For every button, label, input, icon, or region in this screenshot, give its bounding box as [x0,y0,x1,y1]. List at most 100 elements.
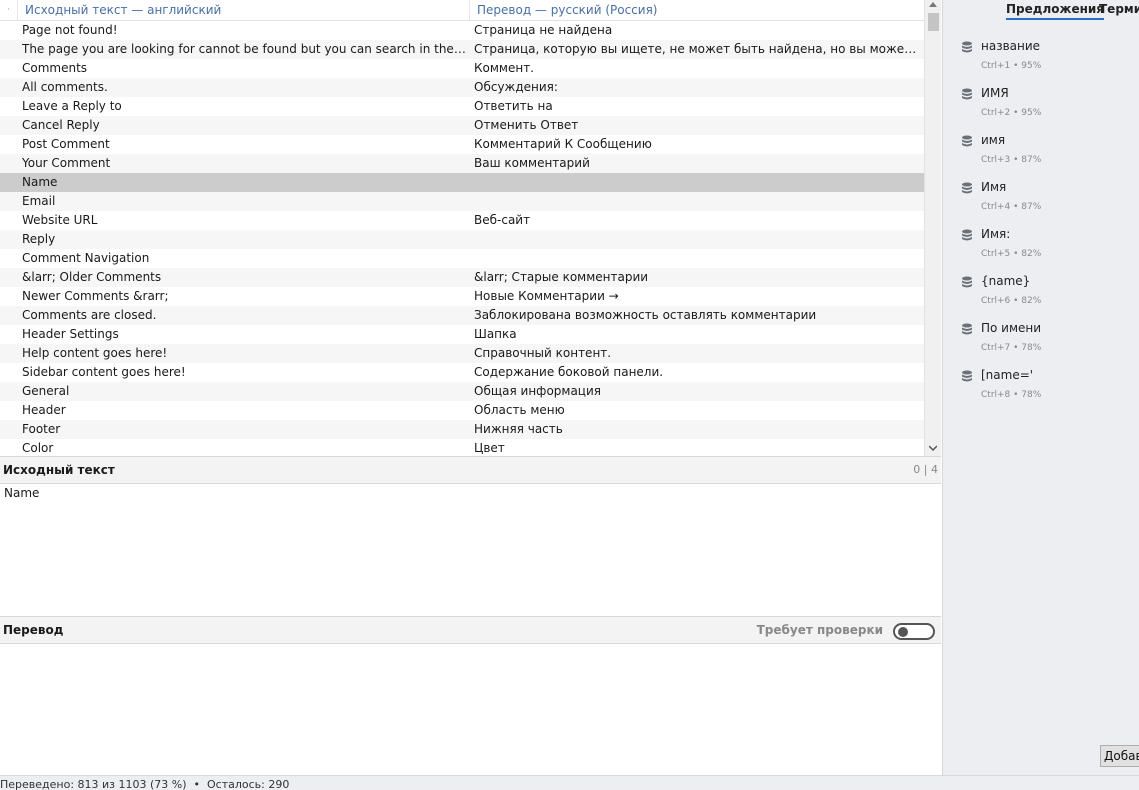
target-cell: Комментарий К Сообщению [474,137,652,151]
target-cell: Шапка [474,327,517,341]
scroll-up-icon[interactable] [929,2,937,7]
table-row[interactable]: Sidebar content goes here! Содержание бок… [0,363,924,382]
suggestion-meta: Ctrl+5 • 82% [981,249,1042,259]
scroll-down-icon[interactable] [929,444,937,452]
suggestion-meta: Ctrl+7 • 78% [981,343,1042,353]
suggestion-meta: Ctrl+6 • 82% [981,296,1042,306]
table-row[interactable]: Help content goes here! Справочный контен… [0,344,924,363]
suggestion-text: {name} [981,274,1031,288]
table-row[interactable]: Comments are closed. Заблокирована возмож… [0,306,924,325]
source-panel-header: Исходный текст 0 | 4 [0,456,941,484]
target-cell: Страница, которую вы ищете, не может быт… [474,42,920,56]
target-cell: Справочный контент. [474,346,612,360]
source-cell: All comments. [22,80,108,94]
database-icon [962,323,972,335]
editor-pane: · Исходный текст — английский Перевод — … [0,0,941,775]
target-cell: Веб-сайт [474,213,531,227]
table-row[interactable]: Your Comment Ваш комментарий [0,154,924,173]
column-header-source[interactable]: Исходный текст — английский [18,0,470,21]
suggestion-item[interactable]: ИМЯ Ctrl+2 • 95% [961,86,1131,133]
needs-review-label: Требует проверки [756,623,883,637]
table-row[interactable]: Reply [0,230,924,249]
suggestion-text: [name=' [981,368,1034,382]
tab-terms[interactable]: Термины [1099,2,1139,16]
target-cell: Отменить Ответ [474,118,579,132]
target-cell: Ответить на [474,99,553,113]
grid-rows: Page not found! Страница не найдена The pa… [0,21,924,456]
source-cell: Post Comment [22,137,110,151]
source-cell: Page not found! [22,23,118,37]
table-row[interactable]: Website URL Веб-сайт [0,211,924,230]
suggestion-item[interactable]: {name} Ctrl+6 • 82% [961,274,1131,321]
table-row[interactable]: All comments. Обсуждения: [0,78,924,97]
table-row[interactable]: Comment Navigation [0,249,924,268]
source-cell: Header [22,403,66,417]
table-row[interactable]: The page you are looking for cannot be f… [0,40,924,59]
translation-input[interactable] [0,644,941,775]
suggestion-item[interactable]: Имя: Ctrl+5 • 82% [961,227,1131,274]
suggestion-text: По имени [981,321,1042,335]
database-icon [962,41,972,53]
database-icon [962,135,972,147]
suggestion-text: Имя: [981,227,1011,241]
table-row[interactable]: Page not found! Страница не найдена [0,21,924,40]
column-header-marker[interactable]: · [0,0,18,21]
database-icon [962,182,972,194]
table-row[interactable]: Post Comment Комментарий К Сообщению [0,135,924,154]
table-row[interactable]: Email [0,192,924,211]
source-cell: Sidebar content goes here! [22,365,186,379]
target-cell: &larr; Старые комментарии [474,270,649,284]
target-cell: Заблокирована возможность оставлять комм… [474,308,817,322]
source-cell: Comments [22,61,88,75]
target-cell: Обсуждения: [474,80,558,94]
source-cell: The page you are looking for cannot be f… [22,42,468,56]
target-cell: Коммент. [474,61,534,75]
table-row[interactable]: Header Область меню [0,401,924,420]
source-panel-title: Исходный текст [3,463,115,477]
suggestion-item[interactable]: название Ctrl+1 • 95% [961,39,1131,86]
suggestion-item[interactable]: По имени Ctrl+7 • 78% [961,321,1131,368]
source-cell: Name [22,175,58,189]
table-row[interactable]: Cancel Reply Отменить Ответ [0,116,924,135]
suggestion-item[interactable]: имя Ctrl+3 • 87% [961,133,1131,180]
table-row[interactable]: Comments Коммент. [0,59,924,78]
translation-panel-title: Перевод [3,623,64,637]
table-row[interactable]: Header Settings Шапка [0,325,924,344]
suggestion-item[interactable]: [name=' Ctrl+8 • 78% [961,368,1131,415]
table-row[interactable]: &larr; Older Comments &larr; Старые комме… [0,268,924,287]
table-row[interactable]: Footer Нижняя часть [0,420,924,439]
add-button[interactable]: Добавить [1100,745,1139,767]
target-cell: Цвет [474,441,505,455]
needs-review-toggle[interactable] [893,623,935,640]
side-panel: Предложения Термины название Ctrl+1 • 95%… [942,0,1139,775]
source-cell: Comments are closed. [22,308,157,322]
database-icon [962,276,972,288]
tab-suggestions[interactable]: Предложения [1006,2,1104,20]
scroll-thumb[interactable] [928,13,939,31]
table-row[interactable]: Name [0,173,924,192]
status-bar: Переведено: 813 из 1103 (73 %) • Осталос… [0,775,1139,790]
suggestion-meta: Ctrl+3 • 87% [981,155,1042,165]
suggestion-item[interactable]: Имя Ctrl+4 • 87% [961,180,1131,227]
table-row[interactable]: General Общая информация [0,382,924,401]
status-text: Переведено: 813 из 1103 (73 %) • Осталос… [0,778,290,790]
source-cell: Footer [22,422,61,436]
suggestion-meta: Ctrl+4 • 87% [981,202,1042,212]
translation-panel-header: Перевод Требует проверки [0,616,941,644]
database-icon [962,229,972,241]
suggestion-text: имя [981,133,1006,147]
target-cell: Ваш комментарий [474,156,590,170]
table-row[interactable]: Color Цвет [0,439,924,456]
source-cell: Header Settings [22,327,119,341]
suggestion-meta: Ctrl+2 • 95% [981,108,1042,118]
column-header-target[interactable]: Перевод — русский (Россия) [470,0,924,21]
grid-scrollbar[interactable] [924,0,941,456]
source-cell: &larr; Older Comments [22,270,162,284]
table-row[interactable]: Leave a Reply to Ответить на [0,97,924,116]
target-cell: Общая информация [474,384,601,398]
target-cell: Область меню [474,403,565,417]
suggestion-text: Имя [981,180,1007,194]
target-cell: Новые Комментарии → [474,289,619,303]
table-row[interactable]: Newer Comments &rarr; Новые Комментарии → [0,287,924,306]
source-cell: Newer Comments &rarr; [22,289,169,303]
